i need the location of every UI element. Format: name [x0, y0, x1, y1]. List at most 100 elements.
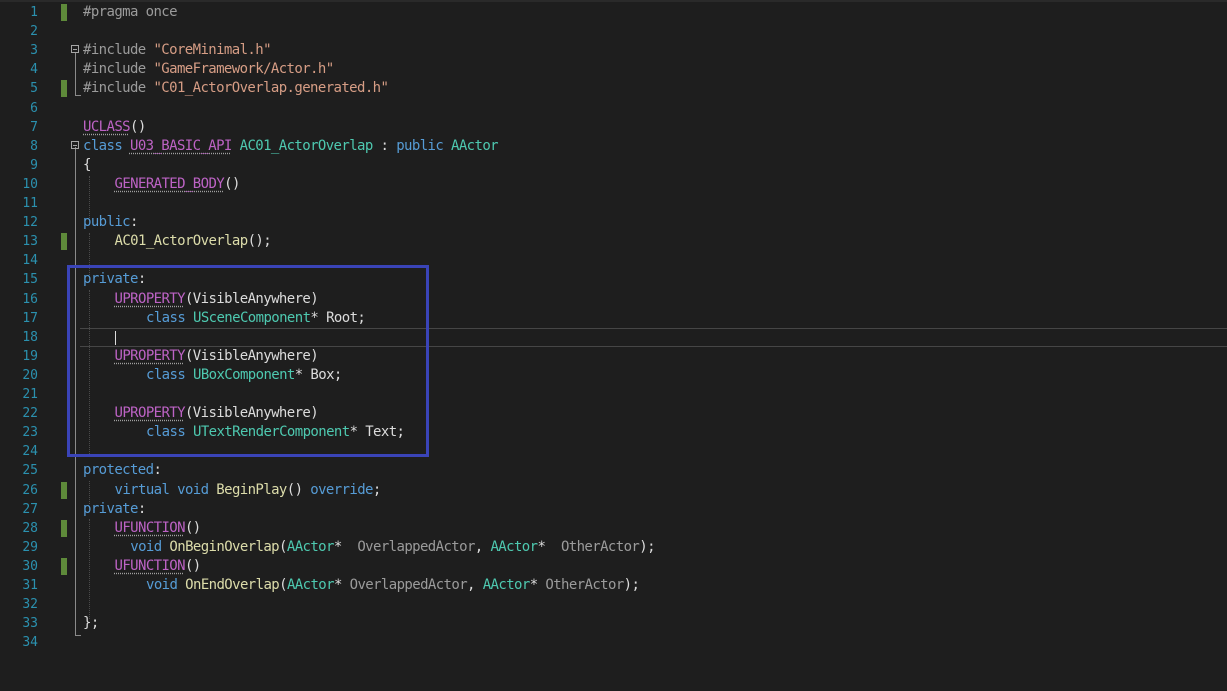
code-token: AActor [286, 538, 335, 555]
line-number: 12 [22, 215, 38, 231]
code-token: ); [623, 577, 640, 593]
code-token: OnBeginOverlap [169, 538, 280, 555]
code-token: class [83, 137, 130, 154]
code-token: AActor [482, 577, 531, 593]
code-token: void [146, 577, 186, 593]
code-line[interactable]: 34 [0, 633, 1227, 652]
line-number: 25 [22, 463, 38, 479]
line-number: 16 [22, 291, 38, 307]
change-marker [61, 4, 67, 21]
code-text[interactable]: }; [83, 614, 99, 633]
line-number: 3 [30, 43, 38, 59]
code-line[interactable]: 13 AC01_ActorOverlap(); [0, 232, 1227, 251]
code-token: void [130, 538, 170, 555]
code-text[interactable]: { [83, 156, 91, 175]
editor-top-border [0, 0, 1227, 2]
code-text[interactable]: #include "C01_ActorOverlap.generated.h" [83, 79, 389, 98]
code-line[interactable]: 11 [0, 194, 1227, 213]
code-token: * [537, 538, 561, 555]
code-token: protected [83, 462, 154, 479]
code-token: OverlappedActor [349, 577, 468, 593]
code-line[interactable]: 12 public: [0, 213, 1227, 232]
code-token: "GameFramework/Actor.h" [153, 61, 334, 78]
code-text[interactable]: AC01_ActorOverlap(); [115, 232, 272, 251]
code-token: UCLASS [83, 118, 131, 135]
line-number: 10 [22, 176, 38, 192]
code-token: ( [279, 538, 287, 555]
code-token: AC01_ActorOverlap [239, 137, 374, 154]
code-text[interactable]: UFUNCTION() [114, 519, 202, 538]
change-marker [61, 519, 67, 537]
code-token: AActor [490, 538, 538, 555]
code-token: { [83, 156, 91, 173]
code-line[interactable]: 6 [0, 99, 1227, 118]
line-number: 34 [22, 635, 38, 651]
code-token: : [137, 500, 146, 517]
code-text[interactable]: #include "CoreMinimal.h" [83, 41, 272, 60]
code-line[interactable]: 2 [0, 22, 1227, 41]
code-token: * [333, 538, 358, 555]
code-line[interactable]: 31 void OnEndOverlap(AActor* OverlappedAc… [0, 576, 1227, 595]
code-line[interactable]: 7 UCLASS() [0, 118, 1227, 137]
code-line[interactable]: 28 UFUNCTION() [0, 519, 1227, 538]
code-token: U03_BASIC_API [129, 137, 232, 154]
line-number: 21 [22, 387, 38, 402]
line-number: 33 [22, 616, 38, 632]
code-line[interactable]: 4 #include "GameFramework/Actor.h" [0, 60, 1227, 79]
code-line[interactable]: 8 class U03_BASIC_API AC01_ActorOverlap :… [0, 137, 1227, 156]
code-token: private [83, 500, 138, 517]
line-number: 7 [30, 119, 38, 135]
code-text[interactable]: void OnBeginOverlap(AActor* OverlappedAc… [130, 538, 655, 557]
code-token: AActor [286, 577, 335, 593]
code-line[interactable]: 1 #pragma once [0, 3, 1227, 22]
code-token: , [467, 577, 483, 593]
code-line[interactable]: 9{ [0, 156, 1227, 175]
line-number: 28 [22, 520, 38, 536]
code-token: UFUNCTION [114, 557, 186, 574]
code-line[interactable]: 33}; [0, 614, 1227, 633]
code-token: "C01_ActorOverlap.generated.h" [153, 80, 389, 97]
code-line[interactable]: 10 GENERATED_BODY() [0, 175, 1227, 194]
code-token: () [129, 118, 146, 135]
line-number: 15 [22, 272, 38, 288]
code-text[interactable]: GENERATED_BODY() [114, 175, 241, 194]
line-number: 20 [22, 367, 38, 383]
code-editor[interactable]: 1 #pragma once 2 3 #include "CoreMinimal.h" 4… [0, 0, 1227, 691]
code-text[interactable]: virtual void BeginPlay() override; [115, 481, 382, 500]
code-token: ( [279, 577, 287, 593]
code-token: * [333, 577, 350, 593]
collapse-icon[interactable] [71, 140, 79, 149]
code-token: OtherActor [560, 538, 640, 555]
code-text[interactable]: #pragma once [83, 3, 178, 22]
code-line[interactable]: 32 [0, 595, 1227, 614]
code-text[interactable]: UCLASS() [83, 118, 146, 137]
code-line[interactable]: 26 virtual void BeginPlay() override; [0, 481, 1227, 500]
code-line[interactable]: 5 #include "C01_ActorOverlap.generated.h" [0, 79, 1227, 98]
code-text[interactable]: private: [83, 500, 146, 519]
code-text[interactable]: class U03_BASIC_API AC01_ActorOverlap : … [83, 137, 499, 156]
line-number: 29 [22, 539, 38, 555]
line-number: 32 [22, 597, 38, 613]
code-text[interactable]: public: [83, 213, 138, 232]
code-text[interactable]: #include "GameFramework/Actor.h" [83, 60, 334, 79]
code-token: , [474, 538, 491, 555]
code-line[interactable]: 30 UFUNCTION() [0, 557, 1227, 576]
line-number: 22 [22, 406, 38, 422]
code-token: () [286, 481, 311, 498]
code-token: #include [83, 42, 154, 59]
annotation-highlight-box [67, 265, 429, 457]
code-token: #pragma once [83, 4, 178, 20]
line-number: 31 [22, 578, 38, 593]
code-token: * [529, 577, 546, 593]
collapse-icon[interactable] [71, 45, 79, 54]
code-line[interactable]: 25 protected: [0, 461, 1227, 480]
code-token: GENERATED_BODY [114, 175, 225, 192]
code-text[interactable]: protected: [83, 461, 162, 480]
code-token: UFUNCTION [114, 519, 186, 536]
code-line[interactable]: 3 #include "CoreMinimal.h" [0, 41, 1227, 60]
code-token: ; [372, 481, 381, 498]
code-text[interactable]: UFUNCTION() [114, 557, 202, 576]
code-line[interactable]: 29 void OnBeginOverlap(AActor* Overlapped… [0, 538, 1227, 557]
code-text[interactable]: void OnEndOverlap(AActor* OverlappedActo… [146, 576, 640, 595]
code-line[interactable]: 27 private: [0, 500, 1227, 519]
